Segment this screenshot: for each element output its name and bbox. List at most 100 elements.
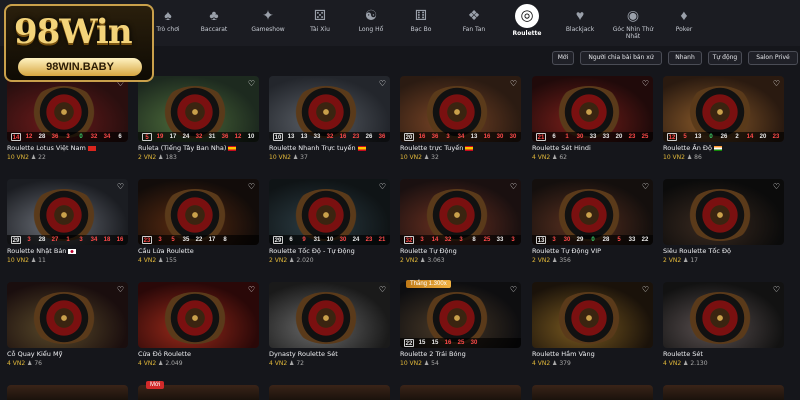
nav-tab-dice[interactable]: ⚄ Tài Xỉu <box>292 4 348 46</box>
game-card[interactable]: ♡ 23 3 5 35 22 17 8 Cầu Lửa Roulette 4 VN2 ♟ 155 <box>138 179 259 269</box>
game-card[interactable] <box>663 385 784 400</box>
nav-tab-baccarat[interactable]: ♣ Baccarat <box>186 4 242 46</box>
game-title[interactable]: Roulette Ấn Độ <box>663 144 784 152</box>
game-title[interactable]: Cửa Đỏ Roulette <box>138 350 259 358</box>
game-card[interactable]: ♡ Roulette Hầm Vàng 4 VN2 ♟ 379 <box>532 282 653 372</box>
game-card[interactable]: ♡ Cỗ Quay Kiểu Mỹ 4 VN2 ♟ 76 <box>7 282 128 372</box>
game-thumbnail[interactable]: ♡ 23 3 5 35 22 17 8 <box>138 179 259 245</box>
game-card[interactable] <box>7 385 128 400</box>
game-title[interactable]: Ruleta (Tiếng Tây Ban Nha) <box>138 144 259 152</box>
game-thumbnail[interactable]: ♡ <box>138 282 259 348</box>
favorite-heart-icon[interactable]: ♡ <box>248 79 255 88</box>
game-title[interactable]: Cỗ Quay Kiểu Mỹ <box>7 350 128 358</box>
favorite-heart-icon[interactable]: ♡ <box>642 182 649 191</box>
favorite-heart-icon[interactable]: ♡ <box>773 285 780 294</box>
game-card[interactable]: ♡ 14 12 28 36 3 0 32 34 6 Roulette Lotus Việt Nam 1… <box>7 76 128 166</box>
game-meta: 4 VN2 ♟ 2.130 <box>663 360 708 367</box>
favorite-heart-icon[interactable]: ♡ <box>642 285 649 294</box>
game-thumbnail[interactable]: ♡ 5 19 17 24 32 31 36 12 10 <box>138 76 259 142</box>
filter-button[interactable]: Salon Privé <box>748 51 798 65</box>
game-title[interactable]: Roulette Nhanh Trực tuyến <box>269 144 390 152</box>
game-card[interactable]: ♡ 12 5 13 0 26 2 14 20 23 Roulette Ấn Độ 10 VN2 ♟ 8… <box>663 76 784 166</box>
game-thumbnail[interactable]: ♡ 29 3 28 27 1 3 34 18 16 <box>7 179 128 245</box>
game-title[interactable]: Siêu Roulette Tốc Độ <box>663 247 784 255</box>
nav-tab-poker[interactable]: ♦ Poker <box>656 4 712 46</box>
nav-tab-blackjack[interactable]: ♥ Blackjack <box>552 4 608 46</box>
game-thumbnail[interactable]: ♡ <box>7 282 128 348</box>
favorite-heart-icon[interactable]: ♡ <box>117 182 124 191</box>
game-card[interactable]: ♡ 21 6 1 30 33 33 20 23 25 Roulette Sét Hindi 4 VN2… <box>532 76 653 166</box>
game-card[interactable]: ♡ 10 13 13 33 32 16 23 26 36 Roulette Nhanh Trực t… <box>269 76 390 166</box>
game-card[interactable] <box>400 385 521 400</box>
game-card[interactable]: ♡ Cửa Đỏ Roulette 4 VN2 ♟ 2.049 <box>138 282 259 372</box>
result-number: 36 <box>221 134 229 140</box>
filter-button[interactable]: Người chia bài bản xứ <box>580 51 662 65</box>
game-thumbnail[interactable]: ♡ 12 5 13 0 26 2 14 20 23 <box>663 76 784 142</box>
game-card[interactable]: ♡ 32 3 14 32 3 8 25 33 3 Roulette Tự Động 2 VN2 ♟ 3… <box>400 179 521 269</box>
game-card[interactable]: ♡ Roulette Sét 4 VN2 ♟ 2.130 <box>663 282 784 372</box>
favorite-heart-icon[interactable]: ♡ <box>510 182 517 191</box>
game-title[interactable]: Roulette Tự Động <box>400 247 521 255</box>
favorite-heart-icon[interactable]: ♡ <box>773 182 780 191</box>
brand-logo[interactable]: 98Win 98WIN.BABY <box>4 4 154 82</box>
game-title[interactable]: Roulette Hầm Vàng <box>532 350 653 358</box>
game-card[interactable]: ♡ 20 16 36 3 34 13 16 30 30 Roulette trực Tuyến 10 … <box>400 76 521 166</box>
nav-tab-first-person[interactable]: ◉ Góc Nhìn Thứ Nhất <box>605 4 661 46</box>
favorite-heart-icon[interactable]: ♡ <box>379 79 386 88</box>
game-title[interactable]: Roulette trực Tuyến <box>400 144 521 152</box>
game-card[interactable] <box>269 385 390 400</box>
favorite-heart-icon[interactable]: ♡ <box>642 79 649 88</box>
game-title[interactable]: Roulette Sét <box>663 350 784 358</box>
favorite-heart-icon[interactable]: ♡ <box>248 182 255 191</box>
game-card[interactable] <box>532 385 653 400</box>
favorite-heart-icon[interactable]: ♡ <box>510 79 517 88</box>
favorite-heart-icon[interactable]: ♡ <box>379 285 386 294</box>
game-card[interactable]: ♡ 22 15 15 16 25 30 Thắng 1.300x Roulette 2 Trái… <box>400 280 521 372</box>
game-title[interactable]: Roulette Tốc Độ - Tự Động <box>269 247 390 255</box>
game-thumbnail[interactable]: ♡ 21 6 1 30 33 33 20 23 25 <box>532 76 653 142</box>
favorite-heart-icon[interactable]: ♡ <box>117 285 124 294</box>
favorite-heart-icon[interactable]: ♡ <box>510 285 517 294</box>
game-title[interactable]: Roulette Lotus Việt Nam <box>7 144 128 152</box>
game-thumbnail[interactable]: ♡ 29 6 9 31 10 30 24 23 21 <box>269 179 390 245</box>
favorite-heart-icon[interactable]: ♡ <box>248 285 255 294</box>
game-thumbnail[interactable]: ♡ 13 3 30 29 0 28 5 33 22 <box>532 179 653 245</box>
game-meta: 10 VN2 ♟ 22 <box>7 154 46 161</box>
game-thumbnail[interactable]: ♡ 32 3 14 32 3 8 25 33 3 <box>400 179 521 245</box>
nav-tab-fantan[interactable]: ❖ Fan Tan <box>446 4 502 46</box>
nav-tab-gameshow[interactable]: ✦ Gameshow <box>240 4 296 46</box>
game-title[interactable]: Cầu Lửa Roulette <box>138 247 259 255</box>
favorite-heart-icon[interactable]: ♡ <box>379 182 386 191</box>
game-thumbnail[interactable]: ♡ <box>663 282 784 348</box>
game-thumbnail[interactable]: ♡ <box>532 282 653 348</box>
game-card[interactable]: ♡ 29 3 28 27 1 3 34 18 16 Roulette Nhật Bản 10 VN2 … <box>7 179 128 269</box>
game-card[interactable]: Mới <box>138 381 259 400</box>
game-thumbnail[interactable]: ♡ <box>663 179 784 245</box>
game-thumbnail[interactable]: ♡ 20 16 36 3 34 13 16 30 30 <box>400 76 521 142</box>
logo-text: 98Win <box>14 12 133 52</box>
game-thumbnail[interactable]: ♡ 14 12 28 36 3 0 32 34 6 <box>7 76 128 142</box>
game-card[interactable]: ♡ 5 19 17 24 32 31 36 12 10 Ruleta (Tiếng Tây Ban … <box>138 76 259 166</box>
game-title[interactable]: Roulette Sét Hindi <box>532 144 653 152</box>
game-card[interactable]: ♡ Siêu Roulette Tốc Độ 2 VN2 ♟ 17 <box>663 179 784 269</box>
game-title[interactable]: Dynasty Roulette Sét <box>269 350 390 358</box>
filter-button[interactable]: Tự động <box>708 51 742 65</box>
game-thumbnail[interactable]: ♡ 10 13 13 33 32 16 23 26 36 <box>269 76 390 142</box>
player-count-icon: ♟ <box>156 154 166 161</box>
result-number: 32 <box>444 237 452 243</box>
game-card[interactable]: ♡ 13 3 30 29 0 28 5 33 22 Roulette Tự Động VIP 2 VN… <box>532 179 653 269</box>
result-number: 19 <box>156 134 164 140</box>
game-thumbnail[interactable]: ♡ <box>269 282 390 348</box>
nav-tab-dragon-tiger[interactable]: ☯ Long Hổ <box>343 4 399 46</box>
filter-button[interactable]: Mới <box>552 51 574 65</box>
nav-tab-sicbo[interactable]: ⚅ Bạc Bo <box>393 4 449 46</box>
game-card[interactable]: ♡ 29 6 9 31 10 30 24 23 21 Roulette Tốc Độ - Tự Độ… <box>269 179 390 269</box>
game-title[interactable]: Roulette Tự Động VIP <box>532 247 653 255</box>
game-thumbnail[interactable]: ♡ 22 15 15 16 25 30 <box>400 282 521 348</box>
game-title[interactable]: Roulette Nhật Bản <box>7 247 128 255</box>
filter-button[interactable]: Nhanh <box>668 51 702 65</box>
game-card[interactable]: ♡ Dynasty Roulette Sét 4 VN2 ♟ 72 <box>269 282 390 372</box>
game-title[interactable]: Roulette 2 Trái Bóng <box>400 350 521 358</box>
nav-tab-roulette[interactable]: ◎ Roulette <box>499 4 555 46</box>
favorite-heart-icon[interactable]: ♡ <box>773 79 780 88</box>
